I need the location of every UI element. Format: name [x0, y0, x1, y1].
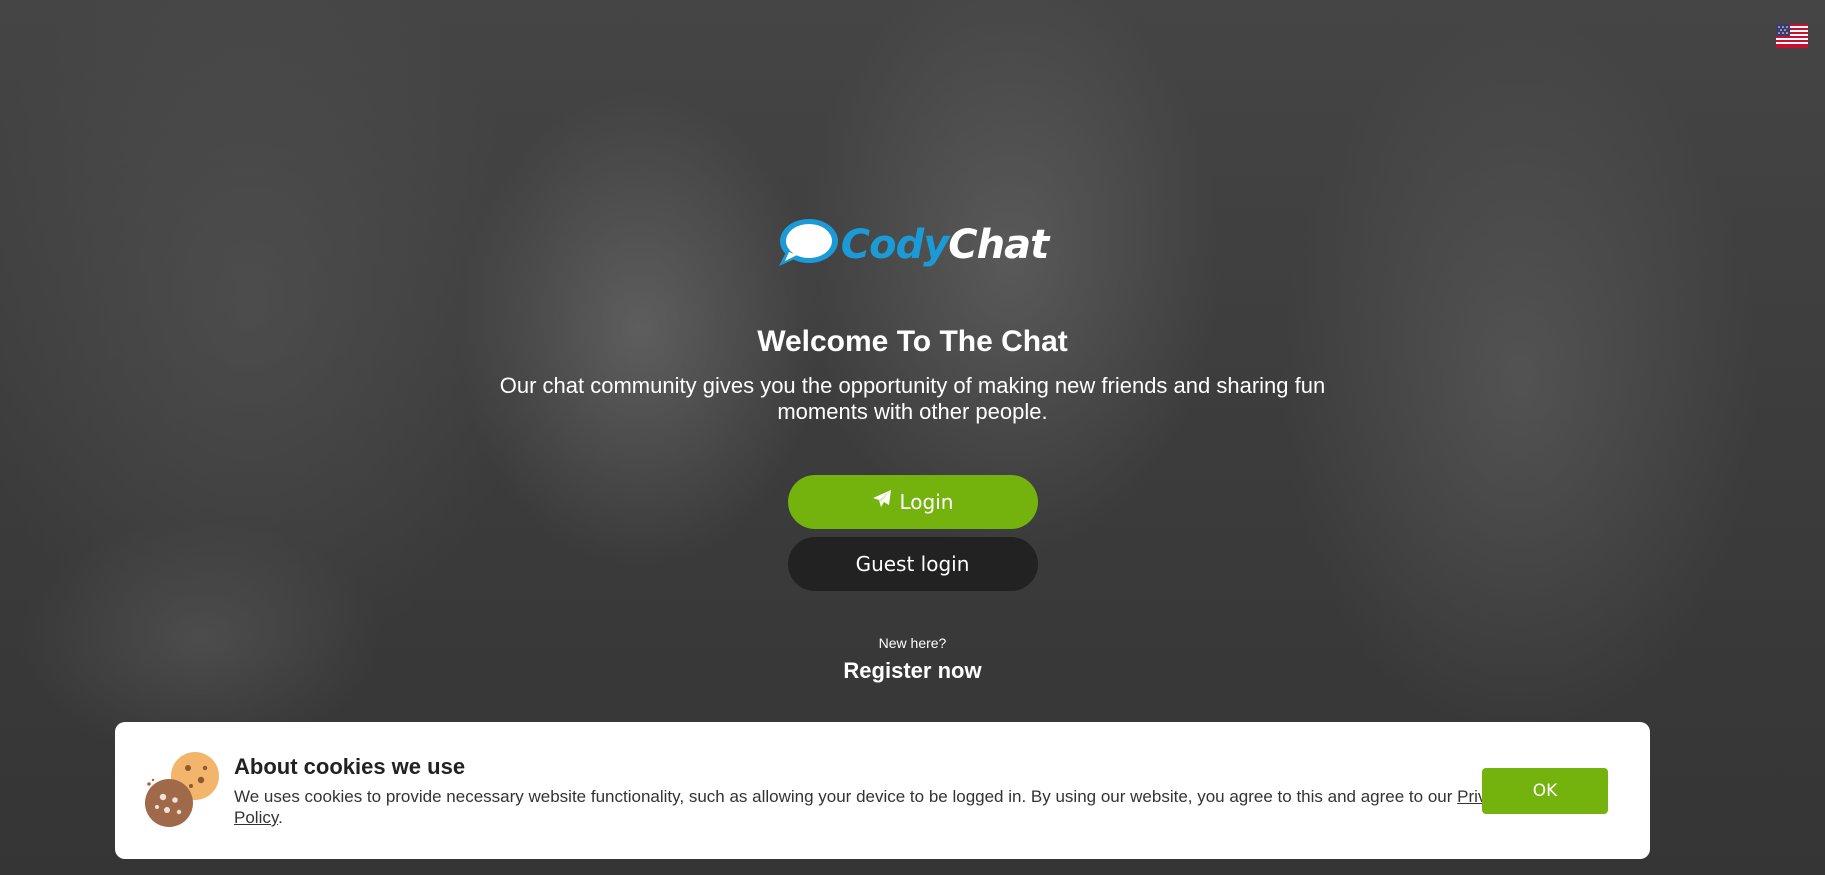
guest-login-button[interactable]: Guest login	[787, 536, 1038, 591]
login-button[interactable]: Login	[787, 474, 1038, 529]
page-subtitle: Our chat community gives you the opportu…	[499, 372, 1326, 424]
page-title: Welcome To The Chat	[757, 324, 1068, 358]
cookie-text-end: .	[278, 808, 283, 827]
cookie-title: About cookies we use	[234, 754, 466, 779]
cookie-text: We uses cookies to provide necessary web…	[234, 786, 1564, 828]
speech-bubble-icon	[777, 216, 839, 275]
login-label: Login	[899, 489, 954, 514]
cookie-ok-button[interactable]: OK	[1482, 768, 1608, 814]
logo-part-cody: Cody	[840, 222, 950, 268]
logo-part-chat: Chat	[948, 222, 1049, 268]
codychat-logo: CodyChat	[777, 218, 1049, 272]
register-link[interactable]: Register now	[843, 658, 981, 684]
logo-wordmark: CodyChat	[841, 222, 1049, 268]
paper-plane-icon	[872, 489, 892, 514]
cookie-text-body: We uses cookies to provide necessary web…	[234, 787, 1458, 806]
cookie-icon	[143, 750, 219, 830]
cookie-banner: About cookies we use We uses cookies to …	[115, 722, 1650, 859]
welcome-section: CodyChat Welcome To The Chat Our chat co…	[0, 218, 1825, 684]
new-here-text: New here?	[878, 634, 947, 651]
page: CodyChat Welcome To The Chat Our chat co…	[0, 0, 1825, 875]
us-flag-icon[interactable]	[1776, 24, 1808, 48]
